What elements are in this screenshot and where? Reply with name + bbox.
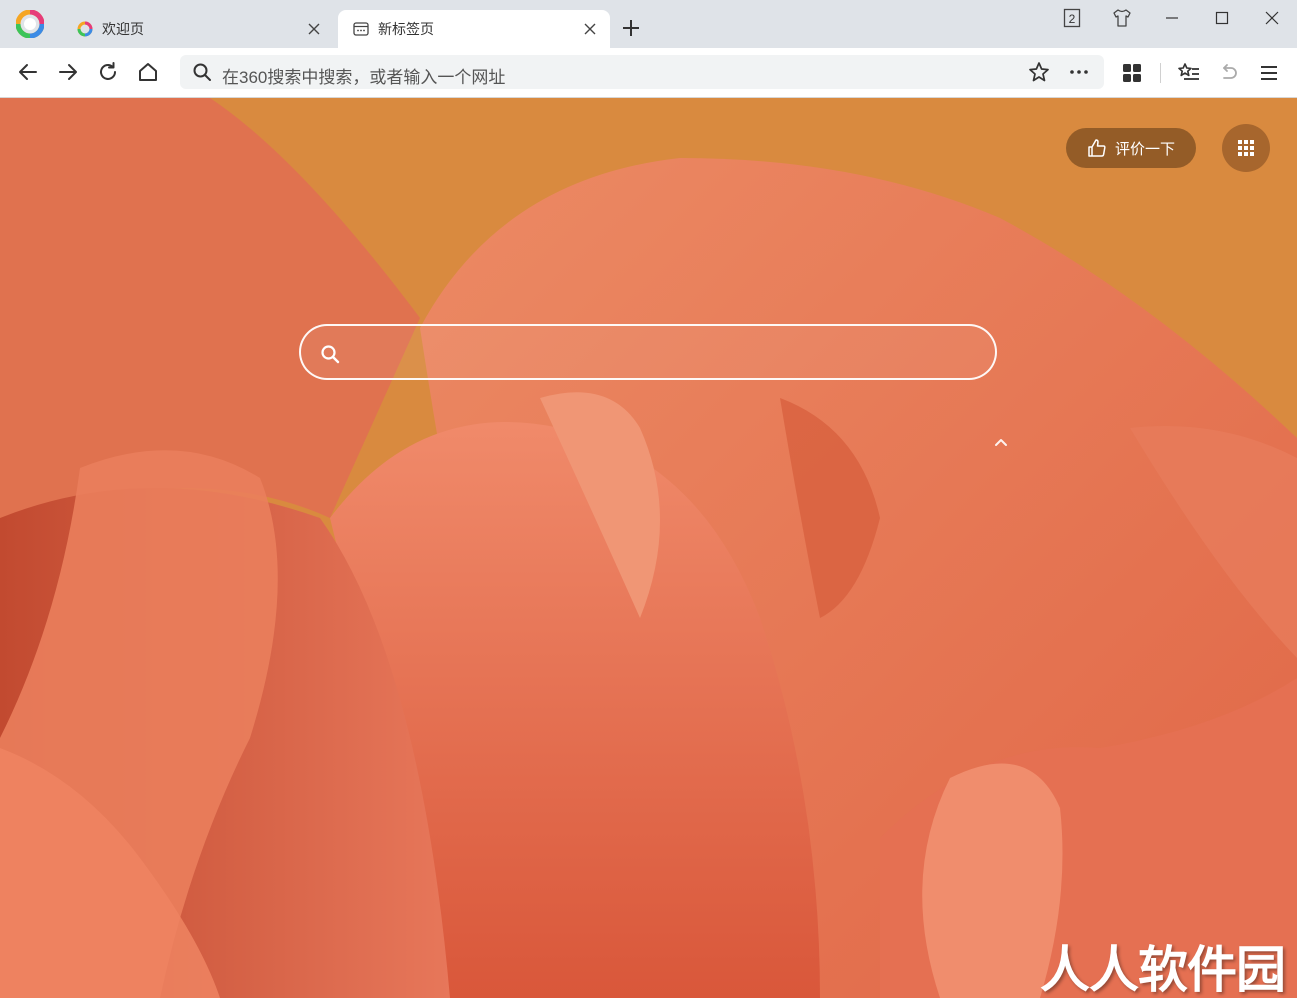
rose-wallpaper-image — [0, 98, 1297, 998]
maximize-button[interactable] — [1197, 0, 1247, 36]
navigation-toolbar: 在360搜索中搜索，或者输入一个网址 — [0, 48, 1297, 98]
tab-welcome[interactable]: 欢迎页 — [62, 10, 334, 48]
arrow-right-icon — [59, 64, 77, 80]
address-more-button[interactable] — [1068, 61, 1092, 85]
favorites-list-icon — [1178, 63, 1199, 80]
tab-strip: 欢迎页 新标签页 2 — [0, 0, 1297, 48]
reload-icon — [100, 62, 116, 80]
close-icon — [1265, 11, 1279, 25]
tab-count-button[interactable]: 2 — [1047, 0, 1097, 36]
minimize-button[interactable] — [1147, 0, 1197, 36]
address-bar[interactable]: 在360搜索中搜索，或者输入一个网址 — [180, 55, 1104, 89]
collapse-button[interactable] — [990, 431, 1012, 453]
hamburger-menu-icon — [1261, 66, 1277, 80]
back-button[interactable] — [14, 58, 42, 86]
undo-icon — [1223, 64, 1237, 79]
rate-button[interactable]: 评价一下 — [1066, 128, 1196, 168]
window-controls: 2 — [1047, 0, 1297, 36]
arrow-left-icon — [19, 64, 37, 80]
dots-grid-icon — [1238, 140, 1254, 156]
shirt-icon — [1113, 9, 1131, 27]
tab-title: 新标签页 — [378, 21, 434, 37]
360-browser-icon — [76, 20, 94, 38]
search-input[interactable] — [353, 334, 977, 372]
star-icon — [1029, 62, 1049, 82]
thumbs-up-icon — [1088, 139, 1106, 157]
home-icon — [139, 63, 157, 81]
watermark-logo: 人人软件园 — [1040, 941, 1286, 998]
tab-new-tab[interactable]: 新标签页 — [338, 10, 610, 48]
favorites-button[interactable] — [1176, 60, 1202, 86]
bookmark-star-button[interactable] — [1028, 61, 1052, 85]
toolbar-divider — [1160, 63, 1161, 83]
search-icon — [193, 63, 211, 81]
close-window-button[interactable] — [1247, 0, 1297, 36]
undo-close-tab-button[interactable] — [1216, 60, 1242, 86]
close-icon[interactable] — [304, 19, 324, 39]
forward-button[interactable] — [54, 58, 82, 86]
skin-button[interactable] — [1097, 0, 1147, 36]
minimize-icon — [1166, 17, 1178, 19]
more-horizontal-icon — [1070, 70, 1088, 74]
main-menu-button[interactable] — [1256, 60, 1282, 86]
chevron-up-icon — [995, 439, 1007, 446]
tab-title: 欢迎页 — [102, 21, 144, 37]
address-bar-placeholder: 在360搜索中搜索，或者输入一个网址 — [222, 68, 506, 87]
reload-button[interactable] — [94, 58, 122, 86]
new-tab-button[interactable] — [618, 15, 644, 41]
apps-menu-button[interactable] — [1222, 124, 1270, 172]
new-tab-page: 评价一下 人人软件园 — [0, 98, 1297, 998]
browser-window: 欢迎页 新标签页 2 在360搜索中搜索，或者输入一个网址 评价一下 人人软件园 — [0, 0, 1297, 998]
apps-grid-button[interactable] — [1119, 60, 1145, 86]
tab-count-badge: 2 — [1069, 12, 1076, 26]
360-browser-logo-icon[interactable] — [15, 9, 45, 39]
close-icon[interactable] — [580, 19, 600, 39]
maximize-icon — [1215, 11, 1229, 25]
home-button[interactable] — [134, 58, 162, 86]
search-box[interactable] — [299, 324, 997, 380]
search-icon — [321, 345, 340, 364]
grid-icon — [1123, 64, 1141, 82]
new-tab-page-icon — [352, 20, 370, 38]
plus-icon — [623, 20, 639, 36]
rate-button-label: 评价一下 — [1114, 140, 1175, 158]
